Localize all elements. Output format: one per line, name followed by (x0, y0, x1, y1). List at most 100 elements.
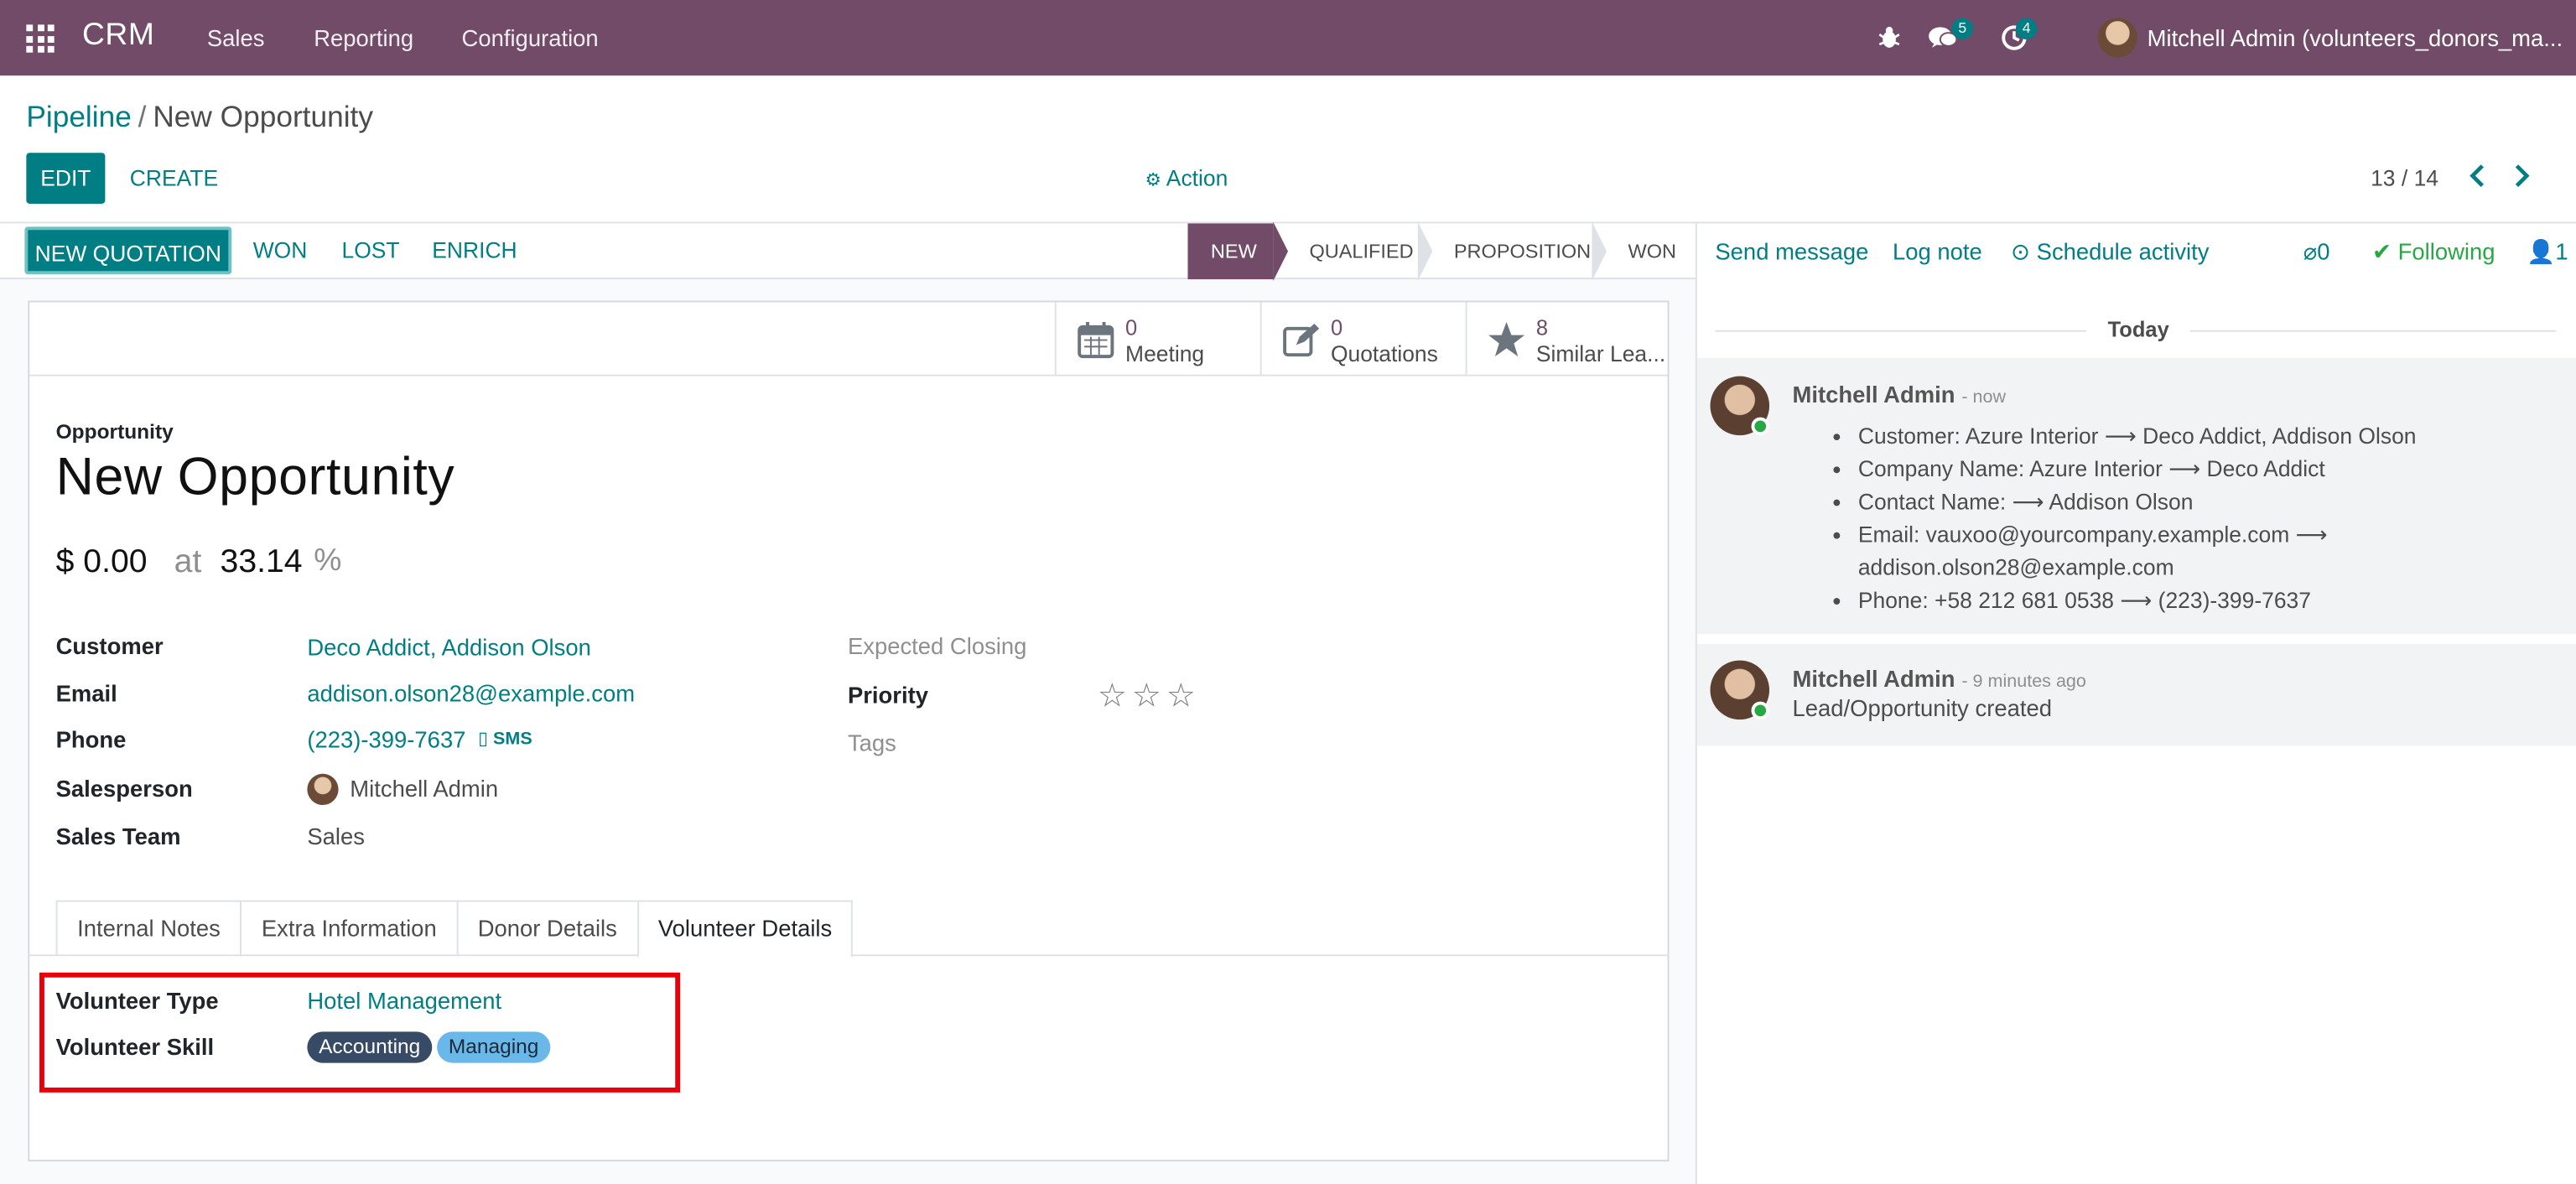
phone-label: Phone (55, 725, 127, 753)
tab-volunteer-details[interactable]: Volunteer Details (636, 900, 854, 958)
smart-button-box: 0 Meeting 0 Quotations 8 Similar Lea... (29, 302, 1668, 376)
tracking-changes-list: Customer: Azure Interior ⟶ Deco Addict, … (1835, 421, 2525, 618)
edit-button[interactable]: EDIT (26, 153, 106, 204)
quotations-smart-button[interactable]: 0 Quotations (1259, 302, 1466, 376)
user-avatar[interactable] (2097, 18, 2137, 58)
tab-internal-notes[interactable]: Internal Notes (55, 900, 242, 957)
change-customer: Customer: Azure Interior ⟶ Deco Addict, … (1858, 421, 2525, 454)
followers-count: 1 (2555, 238, 2568, 265)
percent-sign: % (314, 543, 342, 579)
apps-menu-icon[interactable] (26, 24, 55, 53)
sms-label: SMS (493, 729, 532, 750)
meeting-count: 0 (1125, 315, 1138, 340)
calendar-icon (1078, 322, 1114, 359)
following-label: Following (2397, 238, 2496, 265)
pager-previous-icon[interactable] (2470, 164, 2486, 188)
priority-stars: ☆☆☆ (1098, 675, 1201, 716)
change-phone: Phone: +58 212 681 0538 ⟶ (223)-399-7637 (1858, 584, 2525, 617)
priority-star-1-icon[interactable]: ☆ (1098, 678, 1132, 714)
priority-star-2-icon[interactable]: ☆ (1132, 678, 1166, 714)
paperclip-icon: ⌀ (2303, 238, 2318, 265)
opportunity-title[interactable]: New Opportunity (56, 447, 455, 507)
create-button[interactable]: CREATE (130, 166, 218, 190)
priority-star-3-icon[interactable]: ☆ (1166, 678, 1201, 714)
online-status-icon (1751, 701, 1770, 720)
action-label: Action (1166, 165, 1228, 191)
message-1-author[interactable]: Mitchell Admin - now (1792, 382, 2006, 408)
sales-team-field[interactable]: Sales (307, 823, 365, 849)
similar-leads-smart-button[interactable]: 8 Similar Lea... (1465, 302, 1671, 376)
change-email: Email: vauxoo@yourcompany.example.com ⟶ … (1858, 519, 2525, 584)
breadcrumb-current: New Opportunity (153, 100, 373, 133)
check-icon: ✔ (2372, 238, 2392, 265)
schedule-activity-label: Schedule activity (2036, 238, 2210, 265)
user-menu[interactable]: Mitchell Admin (volunteers_donors_ma... (2148, 24, 2563, 50)
quotations-label: Quotations (1330, 341, 1438, 366)
expected-revenue[interactable]: $ 0.00 (56, 543, 148, 581)
highlight-box (39, 972, 681, 1093)
tab-donor-details[interactable]: Donor Details (456, 900, 639, 957)
pager-next-icon[interactable] (2514, 164, 2531, 188)
message-2-author[interactable]: Mitchell Admin - 9 minutes ago (1792, 665, 2085, 691)
stage-pipeline: NEW QUALIFIED PROPOSITION WON (1187, 221, 1676, 282)
date-separator: Today (2086, 317, 2191, 342)
probability-value[interactable]: 33.14 (221, 543, 303, 581)
breadcrumb-pipeline[interactable]: Pipeline (26, 101, 131, 133)
debug-bug-icon[interactable] (1877, 24, 1900, 49)
menu-reporting[interactable]: Reporting (314, 24, 413, 50)
email-label: Email (55, 680, 117, 707)
quotations-count: 0 (1330, 315, 1343, 340)
sales-team-label: Sales Team (55, 823, 181, 849)
similar-leads-count: 8 (1535, 315, 1549, 340)
edit-icon (1283, 323, 1320, 357)
sms-button[interactable]: ▯ SMS (478, 728, 532, 750)
pager-value[interactable]: 13 / 14 (2371, 166, 2438, 190)
customer-field[interactable]: Deco Addict, Addison Olson (307, 634, 591, 660)
opportunity-type-label: Opportunity (55, 420, 174, 444)
action-menu-button[interactable]: ⚙ Action (1145, 166, 1228, 190)
user-icon: 👤 (2527, 238, 2556, 265)
meeting-label: Meeting (1125, 341, 1205, 366)
tab-extra-information[interactable]: Extra Information (240, 900, 459, 957)
gear-icon: ⚙ (1145, 170, 1161, 191)
revenue-at-label: at (174, 543, 202, 580)
phone-field[interactable]: (223)-399-7637 (307, 726, 465, 752)
send-message-button[interactable]: Send message (1715, 238, 1868, 264)
salesperson-avatar (307, 773, 339, 806)
breadcrumb: Pipeline / New Opportunity (26, 101, 373, 135)
attachments-button[interactable]: ⌀0 (2303, 238, 2330, 266)
new-quotation-button[interactable]: NEW QUOTATION (24, 226, 232, 275)
top-navbar: CRM Sales Reporting Configuration 5 4 Mi… (0, 0, 2576, 76)
menu-configuration[interactable]: Configuration (462, 24, 599, 50)
followers-button[interactable]: 👤1 (2527, 238, 2568, 266)
enrich-button[interactable]: ENRICH (432, 238, 517, 262)
mobile-icon: ▯ (478, 729, 489, 750)
stage-proposition[interactable]: PROPOSITION (1418, 221, 1607, 282)
meeting-smart-button[interactable]: 0 Meeting (1054, 302, 1260, 376)
stage-qualified[interactable]: QUALIFIED (1273, 221, 1433, 282)
stage-new[interactable]: NEW (1187, 221, 1289, 282)
log-note-button[interactable]: Log note (1893, 238, 1982, 264)
schedule-activity-button[interactable]: ⊙ Schedule activity (2011, 238, 2209, 266)
won-button[interactable]: WON (253, 238, 308, 262)
chat-badge: 5 (1951, 18, 1974, 40)
change-company-name: Company Name: Azure Interior ⟶ Deco Addi… (1858, 454, 2525, 486)
lost-button[interactable]: LOST (342, 238, 400, 262)
activity-badge: 4 (2015, 18, 2038, 40)
email-field[interactable]: addison.olson28@example.com (307, 680, 635, 706)
online-status-icon (1751, 417, 1770, 436)
notebook-tabs: Internal Notes Extra Information Donor D… (55, 900, 854, 958)
similar-leads-label: Similar Lea... (1535, 341, 1666, 366)
salesperson-field[interactable]: Mitchell Admin (350, 776, 498, 802)
following-button[interactable]: ✔ Following (2372, 238, 2495, 266)
tags-label: Tags (847, 729, 896, 756)
message-1-date: - now (1961, 387, 2007, 408)
change-contact-name: Contact Name: ⟶ Addison Olson (1858, 486, 2525, 519)
attachments-count: 0 (2317, 238, 2330, 265)
message-1-author-name: Mitchell Admin (1792, 381, 1955, 408)
expected-closing-label: Expected Closing (847, 632, 1027, 659)
customer-label: Customer (55, 632, 164, 659)
app-root: CRM Sales Reporting Configuration 5 4 Mi… (0, 0, 2576, 1184)
app-brand[interactable]: CRM (82, 18, 155, 55)
menu-sales[interactable]: Sales (207, 24, 265, 50)
